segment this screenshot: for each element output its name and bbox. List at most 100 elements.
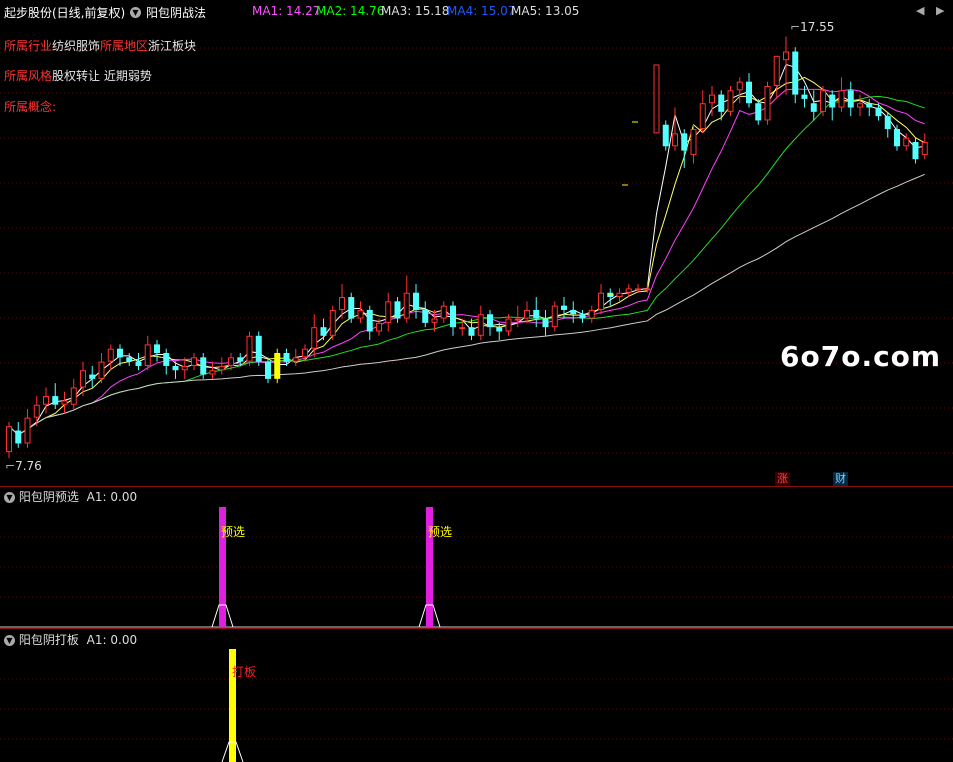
candle-body: [681, 133, 688, 151]
candle-body: [524, 309, 530, 319]
candle-body: [847, 90, 854, 108]
candle-body: [135, 361, 142, 366]
candle-body: [33, 404, 40, 418]
candle-body: [450, 305, 456, 328]
candle-body: [366, 309, 373, 332]
candle-body: [228, 357, 234, 366]
candle-body: [385, 301, 392, 323]
candle-body: [163, 353, 170, 366]
candle-body: [394, 301, 401, 319]
candle-body: [154, 344, 160, 354]
candle-body: [376, 322, 382, 332]
ma-line-10: [8, 88, 925, 436]
candle-body: [126, 357, 133, 362]
high-price-value: 17.55: [800, 20, 835, 34]
candle-body: [783, 51, 789, 61]
candle-body: [514, 318, 521, 321]
cai-badge[interactable]: 财: [833, 472, 848, 486]
candle-body: [181, 365, 188, 371]
candle-body: [413, 292, 419, 310]
candle-body: [329, 309, 336, 336]
candle-body: [274, 353, 281, 379]
candle-body: [15, 430, 22, 444]
candle-body: [440, 305, 447, 319]
candle-body: [635, 288, 641, 291]
candle-body: [487, 314, 493, 328]
candle-body: [459, 327, 466, 330]
preselect-panel[interactable]: [0, 487, 953, 629]
candle-body: [912, 141, 919, 160]
candle-body: [542, 318, 549, 328]
candle-body: [561, 305, 567, 310]
candle-body: [570, 309, 577, 315]
candle-body: [98, 361, 105, 379]
candle-body: [533, 309, 540, 319]
candle-body: [653, 64, 660, 134]
candle-body: [662, 124, 669, 147]
candle-body: [200, 357, 207, 375]
candle-body: [43, 396, 49, 405]
candle-body: [6, 426, 12, 453]
candle-body: [283, 353, 290, 362]
high-price-label: ⌐17.55: [790, 20, 835, 34]
candle-body: [144, 344, 151, 366]
preselect-label-2: 预选: [428, 525, 453, 539]
candle-body: [339, 297, 345, 310]
candle-body: [792, 51, 799, 95]
candle-body: [857, 103, 863, 108]
candle-body: [810, 103, 817, 112]
ma-line-short: [8, 63, 925, 436]
candle-body: [80, 370, 86, 388]
candle-body: [255, 335, 262, 362]
candle-body: [718, 94, 725, 112]
watermark: 6o7o.com: [780, 340, 942, 373]
candle-body: [209, 370, 216, 375]
candle-body: [884, 116, 891, 130]
candle-body: [172, 365, 179, 371]
candle-body: [690, 129, 697, 155]
candle-body: [875, 107, 882, 117]
limitup-panel[interactable]: [0, 629, 953, 762]
candle-body: [727, 90, 734, 112]
candle-body: [24, 417, 31, 444]
candle-body: [644, 288, 651, 291]
candle-body: [403, 292, 410, 319]
candle-body: [773, 55, 780, 86]
candle-body: [468, 327, 475, 336]
candle-body: [829, 94, 836, 108]
candle-body: [709, 94, 715, 104]
candle-body: [422, 309, 429, 323]
candle-body: [477, 314, 484, 336]
candle-body: [237, 357, 244, 362]
candle-body: [89, 374, 96, 379]
candle-body: [755, 103, 762, 121]
candle-body: [579, 314, 586, 319]
candle-body: [431, 318, 438, 323]
candle-body: [117, 348, 123, 358]
candle-body: [70, 387, 77, 405]
candle-body: [61, 400, 68, 405]
candle-body: [246, 335, 253, 362]
candle-body: [820, 90, 826, 112]
candle-body: [801, 94, 808, 99]
price-chart[interactable]: [0, 0, 953, 487]
low-price-label: ⌐7.76: [5, 459, 42, 473]
candle-body: [292, 357, 299, 362]
candle-body: [551, 305, 558, 328]
candle-body: [588, 309, 595, 319]
candle-body: [218, 365, 225, 371]
candle-body: [699, 103, 706, 130]
candle-body: [320, 327, 327, 336]
candle-body: [191, 357, 197, 366]
zhang-badge[interactable]: 涨: [775, 472, 790, 486]
candle-body: [311, 327, 318, 349]
candle-body: [736, 81, 743, 91]
candle-body: [107, 348, 114, 362]
candle-body: [903, 137, 910, 147]
candle-body: [746, 81, 752, 104]
limitup-label: 打板: [232, 665, 257, 679]
candle-body: [496, 327, 503, 332]
low-price-value: 7.76: [15, 459, 42, 473]
preselect-label-1: 预选: [221, 525, 246, 539]
candle-body: [866, 103, 873, 108]
